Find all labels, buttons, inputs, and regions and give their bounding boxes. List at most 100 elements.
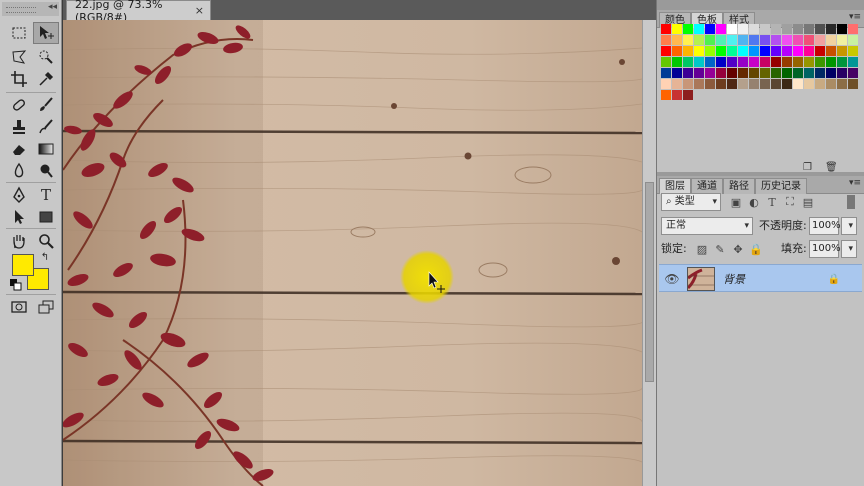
color-swatch[interactable] bbox=[760, 68, 770, 78]
fill-dropdown[interactable] bbox=[841, 240, 857, 258]
color-swatch[interactable] bbox=[760, 46, 770, 56]
filter-pixel-icon[interactable]: ▣ bbox=[729, 195, 743, 209]
color-swatch[interactable] bbox=[749, 57, 759, 67]
color-swatch[interactable] bbox=[705, 57, 715, 67]
color-swatch[interactable] bbox=[815, 57, 825, 67]
color-swatch[interactable] bbox=[815, 79, 825, 89]
color-swatch[interactable] bbox=[826, 57, 836, 67]
color-swatch[interactable] bbox=[793, 46, 803, 56]
color-swatch[interactable] bbox=[826, 79, 836, 89]
color-swatch[interactable] bbox=[716, 79, 726, 89]
filter-adjustment-icon[interactable]: ◐ bbox=[747, 195, 761, 209]
color-swatch[interactable] bbox=[672, 35, 682, 45]
color-swatch[interactable] bbox=[837, 35, 847, 45]
color-swatch[interactable] bbox=[716, 35, 726, 45]
color-swatch[interactable] bbox=[672, 57, 682, 67]
opacity-dropdown[interactable] bbox=[841, 217, 857, 235]
color-swatch[interactable] bbox=[727, 24, 737, 34]
filter-shape-icon[interactable]: ⛶ bbox=[783, 195, 797, 209]
color-swatch[interactable] bbox=[760, 57, 770, 67]
color-swatch[interactable] bbox=[848, 46, 858, 56]
color-swatch[interactable] bbox=[683, 24, 693, 34]
color-swatch[interactable] bbox=[771, 35, 781, 45]
opacity-input[interactable]: 100% bbox=[809, 217, 841, 235]
color-swatch[interactable] bbox=[826, 46, 836, 56]
color-swatch[interactable] bbox=[683, 90, 693, 100]
color-swatch[interactable] bbox=[749, 35, 759, 45]
color-swatch[interactable] bbox=[815, 24, 825, 34]
fill-input[interactable]: 100% bbox=[809, 240, 841, 258]
color-swatch[interactable] bbox=[672, 46, 682, 56]
hand-icon[interactable] bbox=[6, 230, 32, 252]
color-swatch[interactable] bbox=[727, 46, 737, 56]
tab-layers[interactable]: 图层 bbox=[659, 178, 691, 194]
quick-select-icon[interactable] bbox=[33, 46, 59, 68]
color-swatch[interactable] bbox=[683, 68, 693, 78]
color-swatch[interactable] bbox=[716, 24, 726, 34]
color-swatch[interactable] bbox=[661, 24, 671, 34]
type-icon[interactable]: T bbox=[33, 184, 59, 206]
tab-history[interactable]: 历史记录 bbox=[755, 178, 807, 194]
color-swatch[interactable] bbox=[683, 35, 693, 45]
color-swatch[interactable] bbox=[705, 46, 715, 56]
color-swatch[interactable] bbox=[738, 57, 748, 67]
eraser-icon[interactable] bbox=[6, 138, 32, 160]
layers-panel-menu-icon[interactable]: ▾≡ bbox=[849, 178, 861, 188]
dodge-icon[interactable] bbox=[33, 160, 59, 182]
collapse-toolbox-icon[interactable]: ◂◂ bbox=[48, 2, 57, 12]
color-swatch[interactable] bbox=[749, 46, 759, 56]
color-swatch[interactable] bbox=[837, 68, 847, 78]
color-swatch[interactable] bbox=[782, 57, 792, 67]
color-swatch[interactable] bbox=[705, 35, 715, 45]
crop-icon[interactable] bbox=[6, 68, 32, 90]
color-swatch[interactable] bbox=[716, 68, 726, 78]
color-swatch[interactable] bbox=[848, 35, 858, 45]
color-swatch[interactable] bbox=[837, 79, 847, 89]
document-tab[interactable]: 22.jpg @ 73.3%(RGB/8#) × bbox=[66, 0, 211, 24]
filter-toggle[interactable] bbox=[847, 195, 855, 209]
blend-mode-select[interactable]: 正常 bbox=[661, 217, 753, 235]
color-swatch[interactable] bbox=[771, 24, 781, 34]
color-swatch[interactable] bbox=[738, 24, 748, 34]
color-swatch[interactable] bbox=[837, 24, 847, 34]
color-swatch[interactable] bbox=[782, 79, 792, 89]
color-swatch[interactable] bbox=[848, 68, 858, 78]
brush-icon[interactable] bbox=[33, 94, 59, 116]
eye-icon[interactable]: 👁 bbox=[664, 272, 679, 286]
color-swatch[interactable] bbox=[716, 46, 726, 56]
lock-position-icon[interactable]: ✥ bbox=[731, 242, 745, 256]
color-swatch[interactable] bbox=[738, 79, 748, 89]
tab-paths[interactable]: 路径 bbox=[723, 178, 755, 194]
color-swatch[interactable] bbox=[672, 24, 682, 34]
color-swatch[interactable] bbox=[826, 24, 836, 34]
color-swatch[interactable] bbox=[826, 35, 836, 45]
color-swatch[interactable] bbox=[804, 68, 814, 78]
color-swatch[interactable] bbox=[848, 24, 858, 34]
close-document-icon[interactable]: × bbox=[195, 4, 204, 17]
color-swatch[interactable] bbox=[782, 35, 792, 45]
color-swatch[interactable] bbox=[793, 24, 803, 34]
color-swatch[interactable] bbox=[661, 35, 671, 45]
tab-channels[interactable]: 通道 bbox=[691, 178, 723, 194]
color-swatch[interactable] bbox=[804, 46, 814, 56]
color-swatch[interactable] bbox=[771, 79, 781, 89]
color-swatch[interactable] bbox=[661, 90, 671, 100]
rectangle-icon[interactable] bbox=[33, 206, 59, 228]
color-swatch[interactable] bbox=[804, 24, 814, 34]
lock-transparent-icon[interactable]: ▨ bbox=[695, 242, 709, 256]
color-swatch[interactable] bbox=[705, 79, 715, 89]
color-swatch[interactable] bbox=[683, 46, 693, 56]
color-swatch[interactable] bbox=[705, 68, 715, 78]
color-swatch[interactable] bbox=[826, 68, 836, 78]
color-swatch[interactable] bbox=[738, 68, 748, 78]
color-swatch[interactable] bbox=[738, 46, 748, 56]
layer-lock-icon[interactable]: 🔒 bbox=[827, 272, 841, 286]
screen-mode-icon[interactable] bbox=[33, 296, 59, 318]
color-swatch[interactable] bbox=[804, 79, 814, 89]
color-swatch[interactable] bbox=[749, 79, 759, 89]
default-colors-icon[interactable] bbox=[9, 278, 23, 292]
color-swatch[interactable] bbox=[804, 35, 814, 45]
gradient-icon[interactable] bbox=[33, 138, 59, 160]
color-swatch[interactable] bbox=[661, 57, 671, 67]
move-tool-icon[interactable] bbox=[33, 22, 59, 44]
